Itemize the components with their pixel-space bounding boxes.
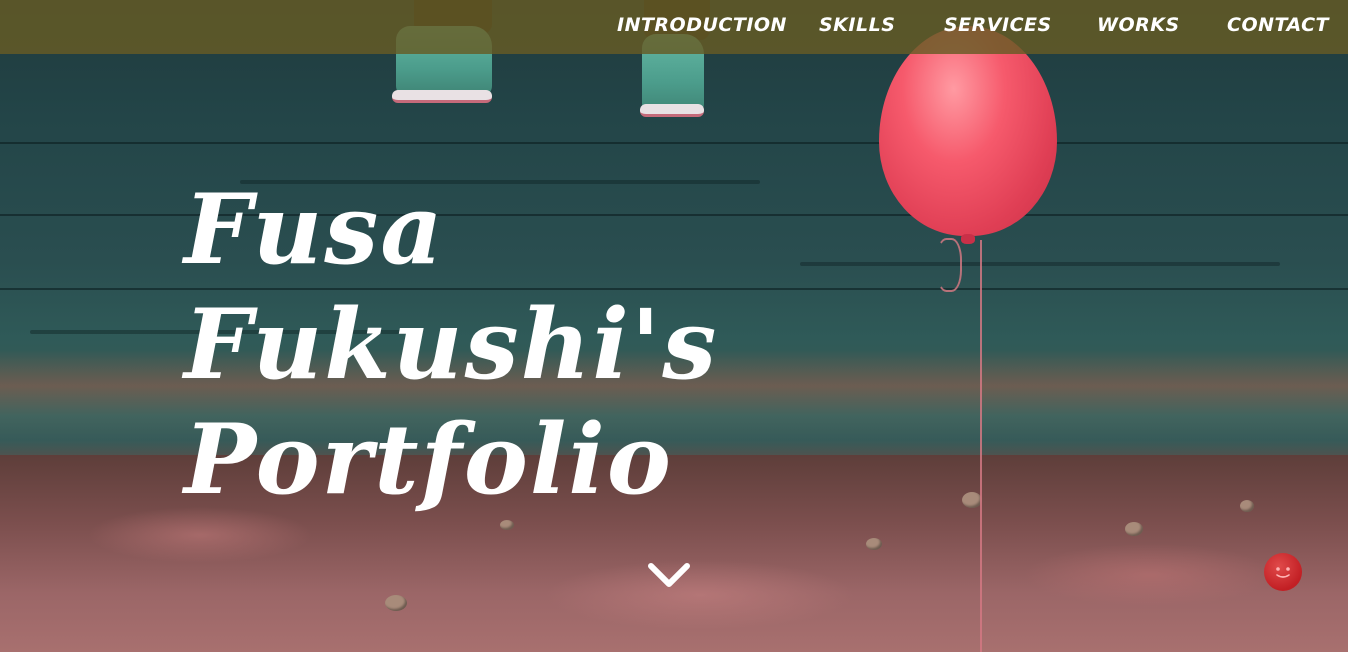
wall-texture	[800, 262, 1280, 266]
scroll-down-button[interactable]	[647, 560, 691, 590]
nav-link-works[interactable]: WORKS	[1097, 14, 1180, 36]
pebble	[962, 492, 982, 508]
nav-link-services[interactable]: SERVICES	[944, 14, 1052, 36]
pebble	[385, 595, 407, 611]
chat-widget-button[interactable]	[1264, 553, 1302, 591]
wall-seam	[0, 142, 1348, 144]
main-navigation: INTRODUCTION SKILLS SERVICES WORKS CONTA…	[0, 0, 1348, 54]
hero-title: Fusa Fukushi's Portfolio	[184, 172, 719, 517]
pebble	[500, 520, 514, 530]
nav-link-introduction[interactable]: INTRODUCTION	[617, 14, 787, 36]
hero-title-line-1: Fusa	[184, 173, 445, 286]
hero-title-line-3: Portfolio	[184, 403, 673, 516]
pebble	[1240, 500, 1254, 512]
balloon-knot	[961, 234, 975, 244]
pebble	[866, 538, 882, 550]
balloon-string	[980, 240, 982, 652]
pebble	[1125, 522, 1143, 536]
balloon-ribbon-curl	[936, 238, 962, 292]
nav-link-skills[interactable]: SKILLS	[819, 14, 895, 36]
hero-title-line-2: Fukushi's	[184, 288, 719, 401]
chevron-down-icon	[648, 563, 690, 587]
nav-link-contact[interactable]: CONTACT	[1227, 14, 1329, 36]
left-shoe-sole	[392, 90, 492, 103]
right-shoe-sole	[640, 104, 704, 117]
chat-bubble-icon	[1276, 567, 1290, 578]
